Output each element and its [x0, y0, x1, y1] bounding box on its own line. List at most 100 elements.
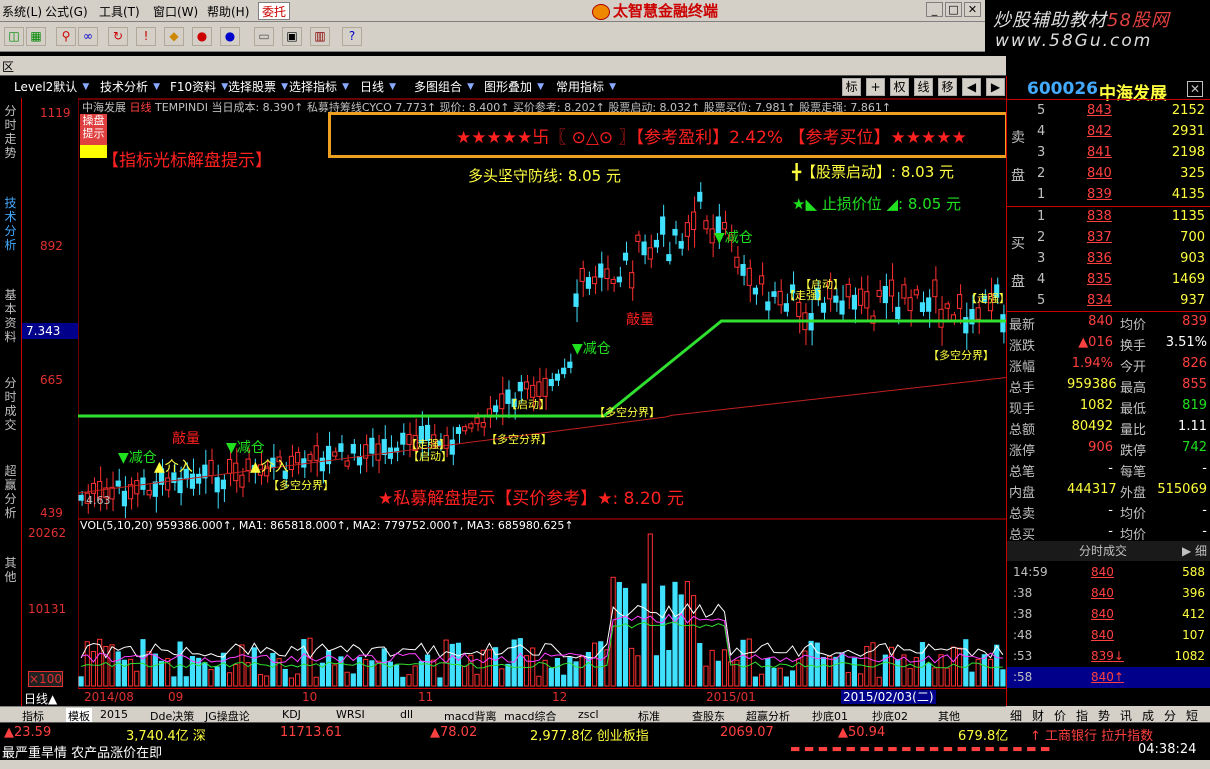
tab-select-indicator[interactable]: 选择指标 [289, 78, 351, 96]
tick-row[interactable]: :53 839↓ 1082 [1007, 646, 1210, 667]
stat-k: 总笔 [1009, 465, 1036, 480]
reduce-signal-1: ▼减仓 [714, 230, 753, 246]
tick-row[interactable]: :48 840 107 [1007, 625, 1210, 646]
indicator-tab[interactable]: 2015 [100, 708, 128, 721]
side-tab-trades[interactable]: 分时成交 [2, 376, 19, 432]
minimize-icon[interactable]: _ [926, 2, 943, 17]
volume-bar [548, 667, 554, 687]
indicator-tab[interactable]: dll [400, 708, 413, 721]
volume-bar [746, 638, 752, 687]
candle-body [455, 427, 462, 434]
window-icon[interactable]: ▭ [254, 27, 274, 46]
toolbar: ◫ ▦ ⚲ ∞ ↻ ! ◆ ● ● ▭ ▣ ▥ ? [0, 22, 985, 52]
candle-body [734, 256, 740, 268]
grid-icon[interactable]: ▦ [26, 27, 46, 46]
buy-level-row[interactable]: 2 837 700 [1037, 228, 1207, 249]
menu-help[interactable]: 帮助(H) [207, 3, 249, 20]
index-value: 11713.61 [280, 725, 343, 740]
close-icon[interactable]: ✕ [964, 2, 981, 17]
alert-icon[interactable]: ! [136, 27, 156, 46]
crosshair-button[interactable]: + [866, 78, 885, 96]
menu-window[interactable]: 窗口(W) [153, 3, 198, 20]
prev-button[interactable]: ◀ [962, 78, 981, 96]
red-circle-icon[interactable]: ● [192, 27, 212, 46]
side-tab-super[interactable]: 超赢分析 [2, 464, 19, 520]
tick-v: 1082 [1174, 649, 1205, 663]
buy-level-row[interactable]: 5 834 937 [1037, 291, 1207, 312]
indicator-tab[interactable]: KDJ [282, 708, 301, 721]
indicator-tab[interactable]: WRSI [336, 708, 365, 721]
side-tab-technical[interactable]: 技术分析 [2, 196, 19, 252]
layout-icon[interactable]: ▣ [282, 27, 302, 46]
volume-bar [78, 676, 84, 687]
candle-body [839, 300, 845, 315]
stat-row: 总额 80492 量比 1.11 [1007, 417, 1210, 438]
stat-v2: - [1202, 524, 1207, 539]
indicator-line: 中海发展 日线 TEMPINDI 当日成本: 8.390↑ 私募持筹线CYCO … [82, 101, 892, 113]
diamond-icon[interactable]: ◆ [164, 27, 184, 46]
vol-label-max: 20262 [28, 526, 67, 540]
binoculars-icon[interactable]: ∞ [78, 27, 98, 46]
tick-row[interactable]: 14:59 840 588 [1007, 562, 1210, 583]
menu-system[interactable]: 系统(L) [2, 3, 42, 20]
menu-tools[interactable]: 工具(T) [99, 3, 140, 20]
buy-level-row[interactable]: 1 838 1135 [1037, 207, 1207, 228]
tick-row[interactable]: :38 840 412 [1007, 604, 1210, 625]
indicator-tab[interactable]: zscl [578, 708, 599, 721]
refresh-icon[interactable]: ↻ [108, 27, 128, 46]
volume-bar [783, 676, 789, 687]
maximize-icon[interactable]: □ [945, 2, 962, 17]
volume-bar [740, 639, 746, 687]
tab-technical[interactable]: 技术分析 [100, 78, 162, 96]
side-tab-other[interactable]: 其他 [2, 556, 19, 584]
flag-icon[interactable]: ◫ [4, 27, 24, 46]
tab-level2[interactable]: Level2默认 [14, 78, 91, 96]
tab-select-stock[interactable]: 选择股票 [228, 78, 290, 96]
line-button[interactable]: 线 [914, 78, 933, 96]
candle-body [901, 284, 907, 299]
tab-multi-chart[interactable]: 多图组合 [414, 78, 476, 96]
side-tab-intraday[interactable]: 分时走势 [2, 104, 19, 160]
sell-level-row[interactable]: 4 842 2931 [1037, 122, 1207, 143]
stop-loss-label: ★◣ 止损价位 ◢: 8.05 元 [792, 195, 962, 213]
kline-chart[interactable] [78, 98, 1006, 688]
close-panel-icon[interactable]: ✕ [1187, 81, 1203, 97]
detail-button[interactable]: ▶ 细 [1182, 541, 1207, 561]
rights-button[interactable]: 权 [890, 78, 909, 96]
buy-level-row[interactable]: 4 835 1469 [1037, 270, 1207, 291]
candle-body [375, 443, 381, 461]
news-headline[interactable]: 最严重旱情 农产品涨价在即 [2, 742, 162, 761]
side-tab-fundamental[interactable]: 基本资料 [2, 288, 19, 344]
stat-row: 涨停 906 跌停 742 [1007, 438, 1210, 459]
help-pointer-icon[interactable]: ? [342, 27, 362, 46]
candle-body [932, 279, 938, 298]
candle-body [350, 443, 356, 454]
sell-level-row[interactable]: 2 840 325 [1037, 164, 1207, 185]
mark-button[interactable]: 标 [842, 78, 861, 96]
sell-level-row[interactable]: 5 843 2152 [1037, 101, 1207, 122]
tab-daily[interactable]: 日线 [360, 78, 398, 96]
next-button[interactable]: ▶ [986, 78, 1005, 96]
search-icon[interactable]: ⚲ [56, 27, 76, 46]
stat-v1: 444317 [1067, 482, 1117, 497]
tick-row[interactable]: :58 840↑ [1007, 667, 1210, 688]
books-icon[interactable]: ▥ [310, 27, 330, 46]
menu-formula[interactable]: 公式(G) [45, 3, 88, 20]
entrust-button[interactable]: 委托 [258, 2, 291, 20]
tick-row[interactable]: :38 840 396 [1007, 583, 1210, 604]
candle-body [344, 460, 350, 467]
candle-body [944, 303, 950, 309]
buy-level-row[interactable]: 3 836 903 [1037, 249, 1207, 270]
tab-f10[interactable]: F10资料 [170, 78, 230, 96]
period-label[interactable]: 日线▲ [24, 690, 57, 707]
sell-level-row[interactable]: 1 839 4135 [1037, 185, 1207, 206]
sell-level-row[interactable]: 3 841 2198 [1037, 143, 1207, 164]
tab-common-indicator[interactable]: 常用指标 [556, 78, 618, 96]
move-button[interactable]: 移 [938, 78, 957, 96]
stat-row: 最新 840 均价 839 [1007, 312, 1210, 333]
blue-circle-icon[interactable]: ● [220, 27, 240, 46]
candle-body [214, 477, 220, 493]
volume-bar [208, 669, 214, 687]
stat-v1: - [1108, 503, 1113, 518]
tab-overlay[interactable]: 图形叠加 [484, 78, 546, 96]
